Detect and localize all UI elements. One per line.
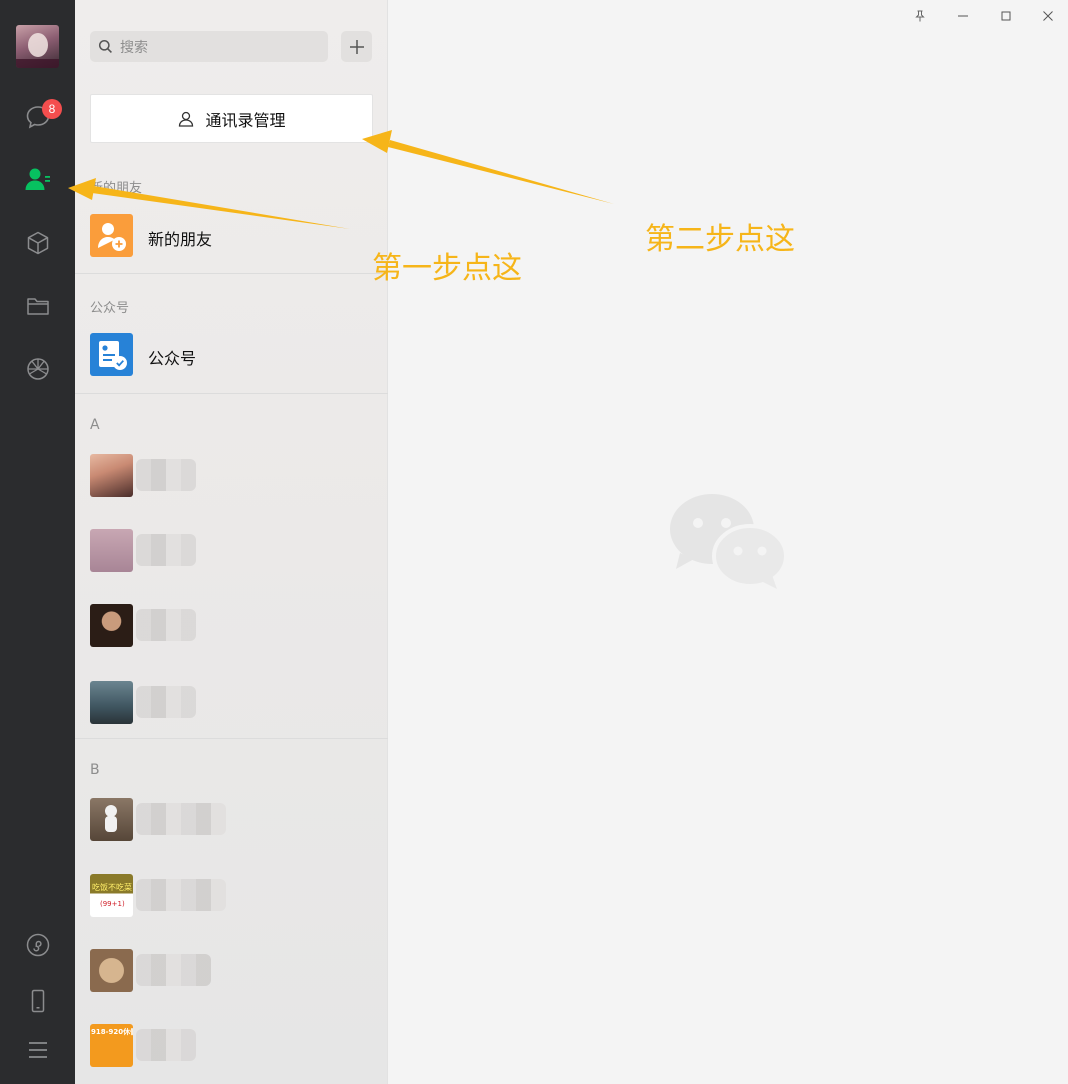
contact-row[interactable] <box>75 789 388 851</box>
manage-contacts-label: 通讯录管理 <box>205 110 286 130</box>
contact-avatar <box>90 454 133 497</box>
plus-icon <box>349 39 364 54</box>
contact-avatar <box>90 681 133 724</box>
contact-row[interactable] <box>75 672 388 734</box>
avatar-caption: 918-920休假 <box>91 1028 133 1036</box>
manage-contacts-button[interactable]: 通讯录管理 <box>90 94 373 143</box>
unread-badge: 8 <box>42 99 62 119</box>
contact-name-pixelated <box>136 954 211 986</box>
menu-icon[interactable] <box>22 1034 54 1066</box>
official-accounts-item[interactable]: 公众号 <box>75 324 388 386</box>
annotation-step2: 第二步点这 <box>645 222 795 257</box>
new-friend-icon <box>90 214 133 257</box>
favorites-cube-icon[interactable] <box>22 227 54 259</box>
mini-programs-icon[interactable] <box>22 929 54 961</box>
contact-name-pixelated <box>136 534 196 566</box>
contact-avatar: 918-920休假 <box>90 1024 133 1067</box>
new-friends-item[interactable]: 新的朋友 <box>75 205 388 267</box>
add-button[interactable] <box>341 31 372 62</box>
contacts-icon[interactable] <box>22 163 54 195</box>
avatar-caption: 吃饭不吃菜 <box>92 883 132 892</box>
contact-manage-icon <box>179 111 194 127</box>
files-folder-icon[interactable] <box>22 290 54 322</box>
contact-name-pixelated <box>136 459 196 491</box>
group-letter-a: A <box>90 417 100 433</box>
maximize-icon[interactable] <box>996 6 1016 26</box>
phone-icon[interactable] <box>22 985 54 1017</box>
annotation-step1: 第一步点这 <box>372 251 522 286</box>
contact-avatar <box>90 529 133 572</box>
contact-row[interactable] <box>75 445 388 507</box>
contact-row[interactable] <box>75 520 388 582</box>
minimize-icon[interactable] <box>953 6 973 26</box>
wechat-watermark-icon <box>668 493 788 595</box>
search-input[interactable]: 搜索 <box>90 31 328 62</box>
contact-name-pixelated <box>136 609 196 641</box>
contact-avatar: 吃饭不吃菜 (99+1) <box>90 874 133 917</box>
contact-name-pixelated <box>136 879 226 911</box>
contact-row[interactable] <box>75 595 388 657</box>
section-title-official: 公众号 <box>90 301 130 316</box>
divider <box>75 738 388 739</box>
avatar-caption: (99+1) <box>100 900 125 908</box>
contacts-panel: 搜索 通讯录管理 新的朋友 新的朋友 公众号 公众号 A B 吃饭不吃菜 (99… <box>75 0 388 1084</box>
new-friends-label: 新的朋友 <box>148 230 213 249</box>
contact-row[interactable] <box>75 940 388 1002</box>
moments-icon[interactable] <box>22 353 54 385</box>
user-avatar[interactable] <box>16 25 59 68</box>
group-letter-b: B <box>90 762 100 778</box>
main-content-area <box>388 0 1068 1084</box>
pin-icon[interactable] <box>910 6 930 26</box>
contact-name-pixelated <box>136 686 196 718</box>
contact-name-pixelated <box>136 803 226 835</box>
close-icon[interactable] <box>1038 6 1058 26</box>
contact-row[interactable]: 918-920休假 <box>75 1015 388 1077</box>
search-icon <box>98 39 113 58</box>
divider <box>75 393 388 394</box>
contact-avatar <box>90 949 133 992</box>
divider <box>75 273 388 274</box>
contact-avatar <box>90 604 133 647</box>
contact-row[interactable]: 吃饭不吃菜 (99+1) <box>75 865 388 927</box>
contact-avatar <box>90 798 133 841</box>
search-placeholder: 搜索 <box>120 40 148 56</box>
official-account-icon <box>90 333 133 376</box>
navigation-rail: 8 <box>0 0 75 1084</box>
section-title-new-friends: 新的朋友 <box>90 181 143 196</box>
official-accounts-label: 公众号 <box>148 349 197 368</box>
contact-name-pixelated <box>136 1029 196 1061</box>
